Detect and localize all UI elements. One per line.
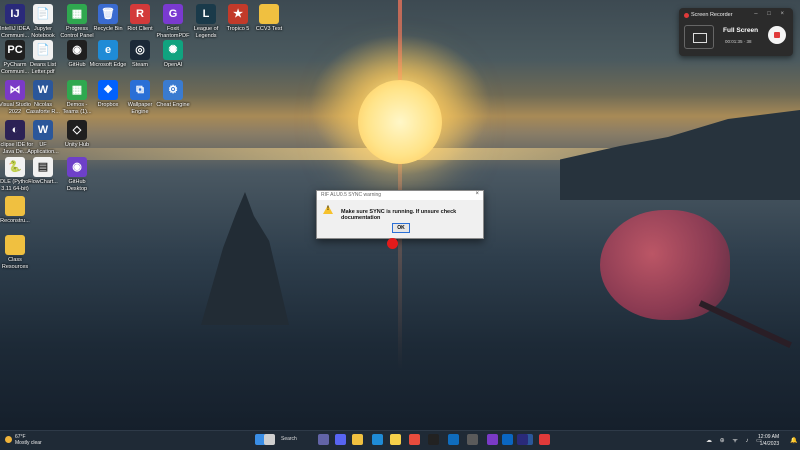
recorder-mode: Full Screen (723, 27, 759, 34)
desktop-icon-label: Jupyter Notebook (31, 26, 55, 39)
nicolas-icon: W (33, 80, 53, 100)
taskbar-notes-icon[interactable] (390, 434, 401, 445)
weather-sun-icon (5, 436, 12, 443)
cheat-icon: ⚙ (163, 80, 183, 100)
idle-icon: 🐍 (5, 157, 25, 177)
flowchart-icon: ▤ (33, 157, 53, 177)
desktop-icon-unity[interactable]: ◇ Unity Hub (58, 120, 96, 149)
tropico-icon: ★ (228, 4, 248, 24)
jupyter-icon: 📄 (33, 4, 53, 24)
system-tray-icons[interactable]: ☁ ⊕ ᯤ ♪ ▭ (706, 436, 765, 444)
deans-icon: 📄 (33, 40, 53, 60)
desktop-icon-label: Deans List Letter.pdf (30, 62, 56, 75)
ccv3-icon (259, 4, 279, 24)
wallpaper-sun (358, 80, 442, 164)
taskbar-obs-icon[interactable] (467, 434, 478, 445)
desktop-icon-uf[interactable]: W UF Application... (24, 120, 62, 155)
desktop-icon-label: CCV3 Test (255, 26, 283, 32)
taskbar-discord-icon[interactable] (335, 434, 346, 445)
notification-bell-icon[interactable]: 🔔 (790, 437, 797, 444)
warning-icon (323, 205, 333, 214)
githubdesk-icon: ◉ (67, 157, 87, 177)
eclipse-icon: ◐ (5, 120, 25, 140)
dialog-message: Make sure SYNC is running. If unsure che… (341, 209, 457, 221)
recycle-icon: 🗑 (98, 4, 118, 24)
desktop-icon-label: OpenAI (163, 62, 183, 68)
unity-icon: ◇ (67, 120, 87, 140)
desktop-icon-label: Unity Hub (64, 142, 90, 148)
recorder-window-controls[interactable]: – □ × (754, 11, 788, 17)
desktop-icon-label: UF Application... (27, 142, 59, 155)
riot-icon: R (130, 4, 150, 24)
clock-date: 1/4/2023 (759, 441, 780, 447)
monitor-icon[interactable] (684, 25, 714, 49)
recorder-timer: 00:01:35 · 38 (725, 39, 752, 44)
intellij-icon: IJ (5, 4, 25, 24)
dialog-titlebar[interactable]: RIF ALU0.5 SYNC warning × (317, 191, 483, 200)
sync-warning-dialog: RIF ALU0.5 SYNC warning × Make sure SYNC… (316, 190, 484, 239)
foxit-icon: G (163, 4, 183, 24)
desktop-icon-label: Reconstru... (0, 218, 30, 224)
recorder-title: Screen Recorder (691, 12, 733, 18)
dropbox-icon: ❖ (98, 80, 118, 100)
desktop-icon-flowchart[interactable]: ▤ FlowChart... (24, 157, 62, 186)
desktop-icon-openai[interactable]: ✺ OpenAI (154, 40, 192, 69)
taskbar-clock[interactable]: 12:09 AM 1/4/2023 (758, 434, 779, 448)
desktop-icon-githubdesk[interactable]: ◉ GitHub Desktop (58, 157, 96, 192)
steam-icon: ◎ (130, 40, 150, 60)
wallpaper-trunk (698, 300, 792, 348)
ok-button[interactable]: OK (392, 223, 410, 233)
desktop-icon-nicolas[interactable]: W Nicolas Casaforte R... (24, 80, 62, 115)
taskbar-teams-icon[interactable] (318, 434, 329, 445)
progress-icon: ▦ (67, 4, 87, 24)
desktop-icon-label: Class Resources (1, 257, 29, 270)
vs-icon: ⋈ (5, 80, 25, 100)
cursor-highlight (387, 238, 398, 249)
desktop-icon-cheat[interactable]: ⚙ Cheat Engine (154, 80, 192, 109)
demos-icon: ▦ (67, 80, 87, 100)
class-icon (5, 235, 25, 255)
uf-icon: W (33, 120, 53, 140)
wallpaper-icon: ⧉ (130, 80, 150, 100)
wallpaper-tree (600, 210, 730, 320)
desktop-icon-label: Cheat Engine (156, 102, 190, 108)
taskbar-search[interactable]: Search (278, 434, 312, 445)
wallpaper-cliff (560, 110, 800, 200)
wallpaper-rock (201, 192, 289, 325)
lol-icon: L (196, 4, 216, 24)
desktop-icon-label: GitHub Desktop (66, 179, 88, 192)
desktop-icon-deans[interactable]: 📄 Deans List Letter.pdf (24, 40, 62, 75)
dialog-title: RIF ALU0.5 SYNC warning (321, 192, 382, 198)
taskbar-outlook-icon[interactable] (448, 434, 459, 445)
edge-icon: e (98, 40, 118, 60)
weather-desc: Mostly clear (15, 440, 42, 446)
taskbar-intellij-icon[interactable] (517, 434, 528, 445)
taskbar-github-icon[interactable] (428, 434, 439, 445)
desktop-icon-ccv3[interactable]: CCV3 Test (250, 4, 288, 33)
desktop-icon-label: FlowChart... (28, 179, 58, 185)
recording-dot-icon (684, 13, 689, 18)
openai-icon: ✺ (163, 40, 183, 60)
taskbar-linkedin-icon[interactable] (502, 434, 513, 445)
desktop-icon-class[interactable]: Class Resources (0, 235, 34, 270)
desktop-icon-label: Nicolas Casaforte R... (26, 102, 60, 115)
stop-recording-button[interactable] (768, 26, 786, 44)
taskbar-git-icon[interactable] (487, 434, 498, 445)
taskbar-explorer-icon[interactable] (352, 434, 363, 445)
desktop-icon-reconstru[interactable]: Reconstru... (0, 196, 34, 225)
clock-time: 12:09 AM (758, 434, 780, 440)
taskbar-recorder-icon[interactable] (539, 434, 550, 445)
reconstru-icon (5, 196, 25, 216)
github-icon: ◉ (67, 40, 87, 60)
taskbar-edge-icon[interactable] (372, 434, 383, 445)
taskbar-chrome-icon[interactable] (409, 434, 420, 445)
taskbar-taskview-icon[interactable] (264, 434, 275, 445)
dialog-close-button[interactable]: × (475, 191, 479, 197)
pycharm-icon: PC (5, 40, 25, 60)
screen-recorder-widget[interactable]: Screen Recorder – □ × Full Screen 00:01:… (679, 8, 793, 56)
desktop-icon-jupyter[interactable]: 📄 Jupyter Notebook (24, 4, 62, 39)
wallpaper-sun-beam (398, 0, 402, 370)
